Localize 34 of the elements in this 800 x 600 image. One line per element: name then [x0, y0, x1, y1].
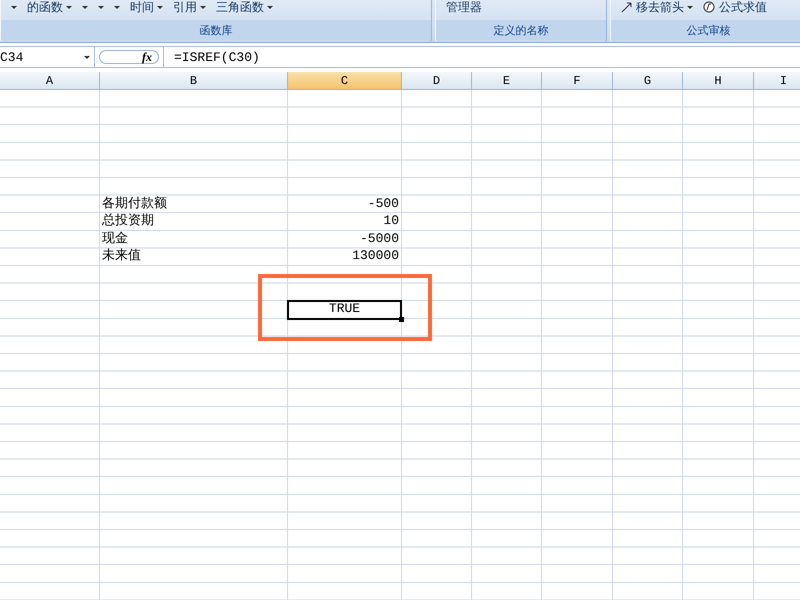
column-header[interactable]: A: [0, 72, 100, 90]
column-header[interactable]: G: [613, 72, 683, 90]
table-cell-text: 总投资期: [101, 213, 155, 230]
ribbon-button[interactable]: 时间: [130, 0, 163, 14]
ribbon-button[interactable]: 管理器: [446, 0, 482, 14]
table-cell-text: 未来值: [101, 248, 142, 266]
ribbon-button[interactable]: 移去箭头: [621, 0, 693, 14]
column-header[interactable]: H: [683, 72, 754, 90]
table-cell-text: -5000: [358, 230, 400, 248]
column-header[interactable]: I: [754, 72, 800, 90]
column-header[interactable]: B: [100, 72, 288, 90]
group-label: 定义的名称: [436, 20, 606, 40]
column-header[interactable]: C: [288, 72, 402, 90]
caret-icon: [84, 56, 90, 58]
column-header[interactable]: E: [472, 72, 542, 90]
name-box[interactable]: C34: [0, 47, 95, 67]
column-header[interactable]: D: [402, 72, 472, 90]
ribbon-button[interactable]: 三角函数: [216, 0, 273, 14]
ribbon-button[interactable]: 公式求值: [703, 0, 767, 14]
group-label: 公式审核: [611, 20, 800, 40]
table-cell-text: -500: [366, 196, 400, 213]
ribbon-button[interactable]: 的函数: [27, 0, 72, 14]
table-cell-text: 10: [382, 213, 400, 230]
table-cell-text: 现金: [101, 230, 129, 248]
table-cell-text: 130000: [351, 248, 400, 266]
ribbon-button[interactable]: 引用: [173, 0, 206, 14]
group-label: 函数库: [1, 20, 431, 40]
table-cell-text: 各期付款额: [101, 196, 168, 213]
function-button[interactable]: fx: [99, 50, 159, 64]
active-cell: TRUE: [288, 301, 401, 319]
fill-handle[interactable]: [399, 316, 404, 322]
arrow-icon: [621, 1, 633, 13]
column-header[interactable]: F: [542, 72, 613, 90]
formula-field[interactable]: =ISREF(C30): [163, 47, 260, 67]
